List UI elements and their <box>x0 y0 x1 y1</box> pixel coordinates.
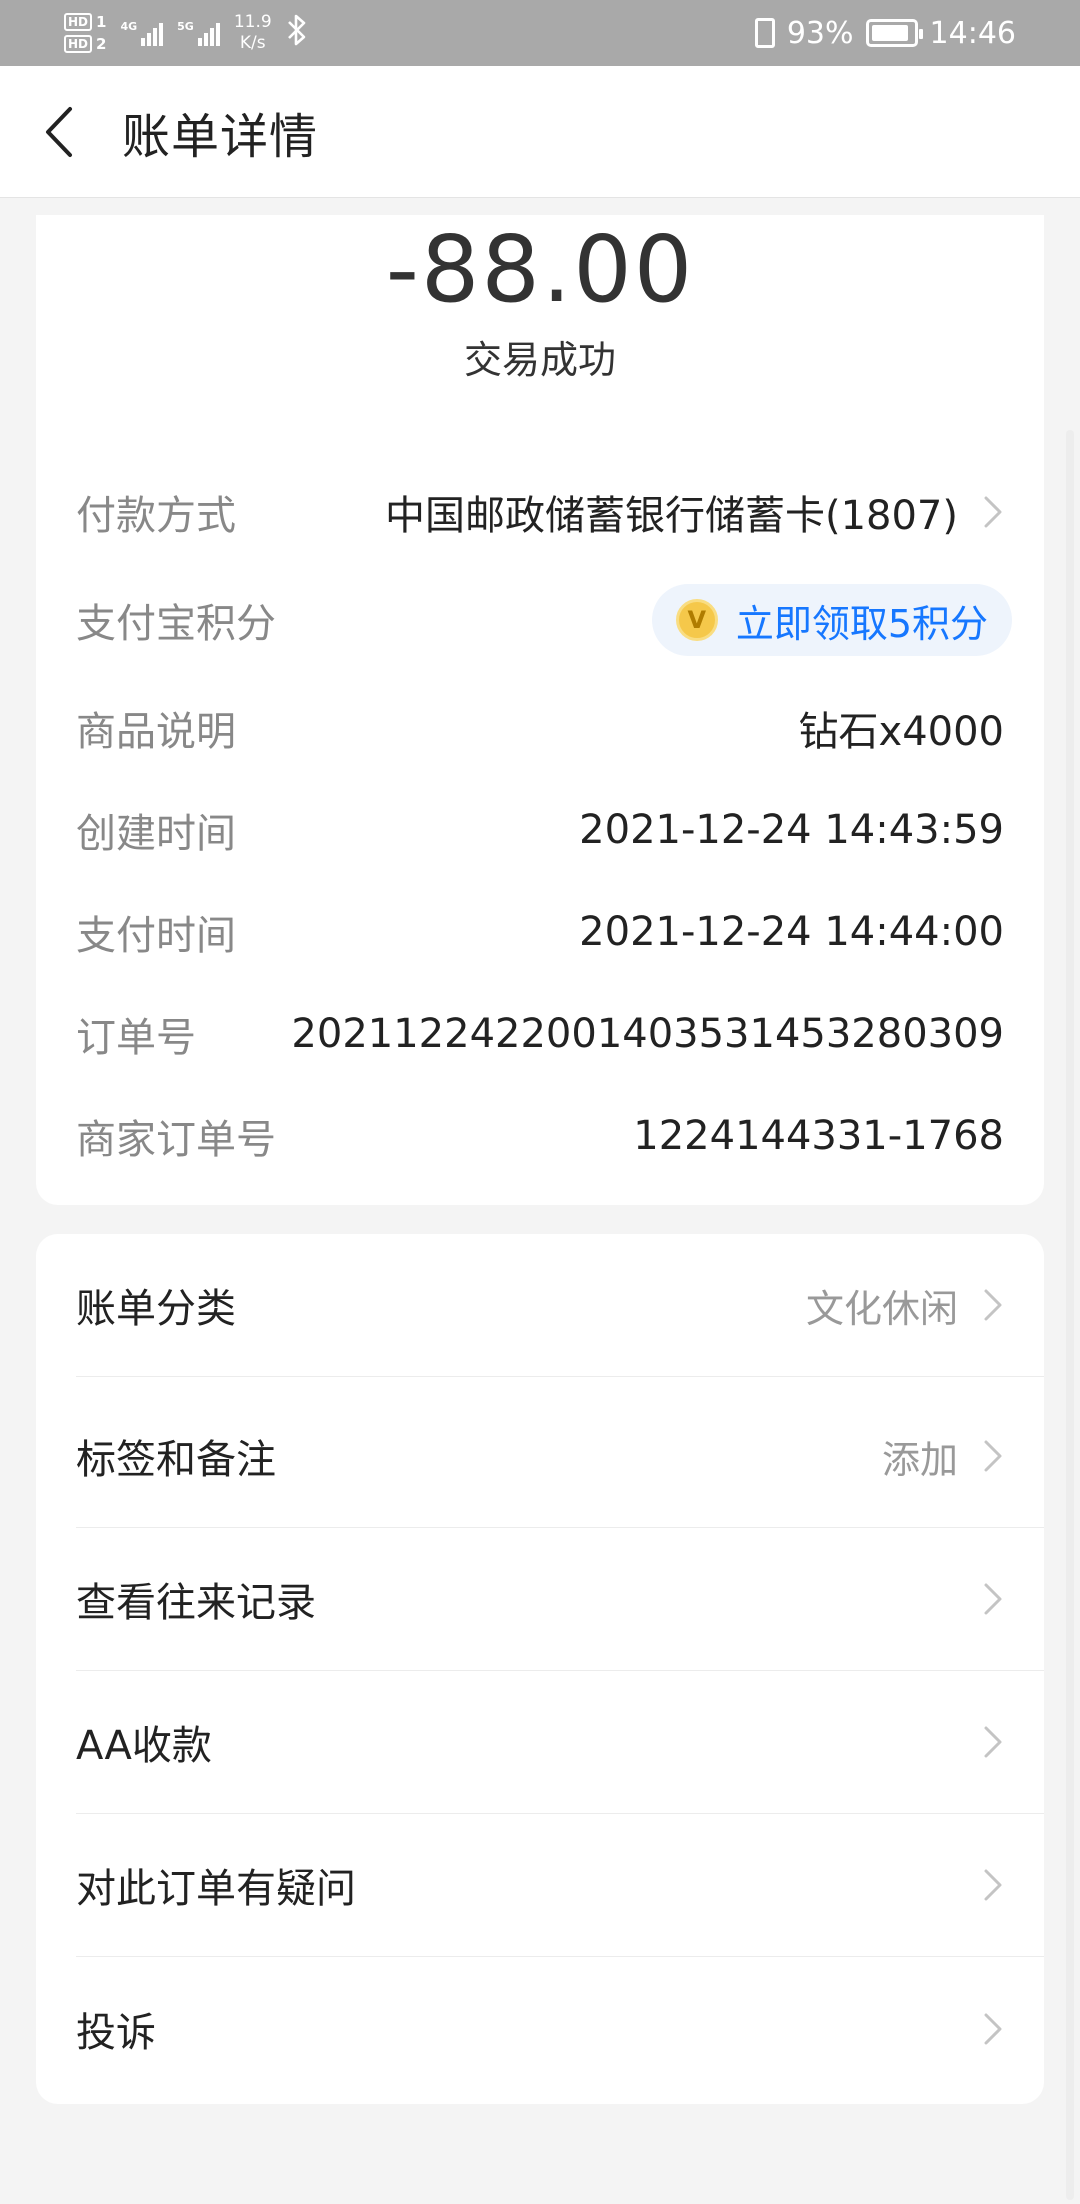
aa-collection-label: AA收款 <box>76 1723 212 1769</box>
bill-category-label: 账单分类 <box>76 1286 236 1332</box>
created-time-value: 2021-12-24 14:43:59 <box>579 807 1004 853</box>
order-number-label: 订单号 <box>76 1015 196 1061</box>
product-value: 钻石x4000 <box>798 709 1004 755</box>
product-row: 商品说明 钻石x4000 <box>76 698 1004 758</box>
chevron-right-icon <box>984 1869 1002 1901</box>
chevron-left-icon <box>46 106 72 157</box>
battery-icon <box>865 19 923 47</box>
hd-1: HD 1 <box>64 13 106 31</box>
created-time-label: 创建时间 <box>76 811 236 857</box>
tags-notes-label: 标签和备注 <box>76 1437 276 1483</box>
view-history-label: 查看往来记录 <box>76 1580 316 1626</box>
order-question-item[interactable]: 对此订单有疑问 <box>76 1814 1044 1957</box>
chevron-right-icon <box>984 2013 1002 2044</box>
tags-notes-value: 添加 <box>881 1437 958 1482</box>
complaint-item[interactable]: 投诉 <box>76 1957 1044 2100</box>
merchant-order-value: 1224144331-1768 <box>633 1113 1004 1159</box>
back-button[interactable] <box>0 66 120 198</box>
amount: -88.00 <box>385 216 695 323</box>
status-right: 93% 14:46 <box>754 15 1016 51</box>
bill-category-value: 文化休闲 <box>805 1286 958 1331</box>
merchant-order-row: 商家订单号 1224144331-1768 <box>76 1106 1004 1166</box>
hd-2: HD 2 <box>64 35 106 53</box>
bill-category-item[interactable]: 账单分类 文化休闲 <box>76 1234 1044 1377</box>
battery-percent: 93% <box>786 15 854 51</box>
merchant-order-label: 商家订单号 <box>76 1117 276 1163</box>
bill-detail-card: -88.00 交易成功 付款方式 中国邮政储蓄银行储蓄卡(1807) 支付宝积分… <box>36 215 1044 1205</box>
network-speed: 11.9 K/s <box>233 12 272 53</box>
transaction-status: 交易成功 <box>463 338 616 382</box>
signal-4g-icon: 4G <box>120 20 164 46</box>
payment-method-row[interactable]: 付款方式 中国邮政储蓄银行储蓄卡(1807) <box>76 482 1004 542</box>
aa-collection-item[interactable]: AA收款 <box>76 1671 1044 1814</box>
chevron-right-icon <box>984 496 1002 528</box>
view-history-item[interactable]: 查看往来记录 <box>76 1528 1044 1671</box>
product-label: 商品说明 <box>76 709 236 755</box>
order-number-value: 2021122422001403531453280309 <box>291 1011 1004 1057</box>
alipay-points-row: 支付宝积分 V 立即领取5积分 <box>76 584 1012 656</box>
status-left: HD 1 HD 2 4G 5G 11.9 K/s <box>64 12 308 54</box>
claim-points-button[interactable]: V 立即领取5积分 <box>651 584 1012 656</box>
bill-actions-card: 账单分类 文化休闲 标签和备注 添加 查看往来记录 AA收款 对此订单有疑问 投… <box>36 1234 1044 2104</box>
chevron-right-icon <box>984 1289 1002 1321</box>
navigation-bar: 账单详情 <box>0 66 1080 198</box>
vibrate-icon <box>754 18 775 48</box>
points-coin-icon: V <box>675 599 718 641</box>
hd-indicators: HD 1 HD 2 <box>64 13 106 53</box>
order-question-label: 对此订单有疑问 <box>76 1866 356 1912</box>
chevron-right-icon <box>984 1583 1002 1615</box>
tags-notes-item[interactable]: 标签和备注 添加 <box>76 1385 1044 1528</box>
status-bar: HD 1 HD 2 4G 5G 11.9 K/s 93% 14:46 <box>0 0 1080 66</box>
clock: 14:46 <box>929 15 1016 51</box>
paid-time-row: 支付时间 2021-12-24 14:44:00 <box>76 902 1004 962</box>
paid-time-value: 2021-12-24 14:44:00 <box>579 909 1004 955</box>
scrollbar[interactable] <box>1066 430 1074 2200</box>
signal-5g-icon: 5G <box>177 20 220 46</box>
complaint-label: 投诉 <box>76 2009 156 2056</box>
payment-method-value: 中国邮政储蓄银行储蓄卡(1807) <box>385 483 1004 541</box>
paid-time-label: 支付时间 <box>76 913 236 959</box>
chevron-right-icon <box>984 1726 1002 1758</box>
chevron-right-icon <box>984 1440 1002 1472</box>
page-title: 账单详情 <box>122 108 319 165</box>
payment-method-label: 付款方式 <box>76 493 236 539</box>
alipay-points-label: 支付宝积分 <box>76 601 276 647</box>
created-time-row: 创建时间 2021-12-24 14:43:59 <box>76 800 1004 860</box>
bluetooth-icon <box>286 13 308 53</box>
order-number-row: 订单号 2021122422001403531453280309 <box>76 1004 1004 1064</box>
claim-points-label: 立即领取5积分 <box>735 601 988 646</box>
